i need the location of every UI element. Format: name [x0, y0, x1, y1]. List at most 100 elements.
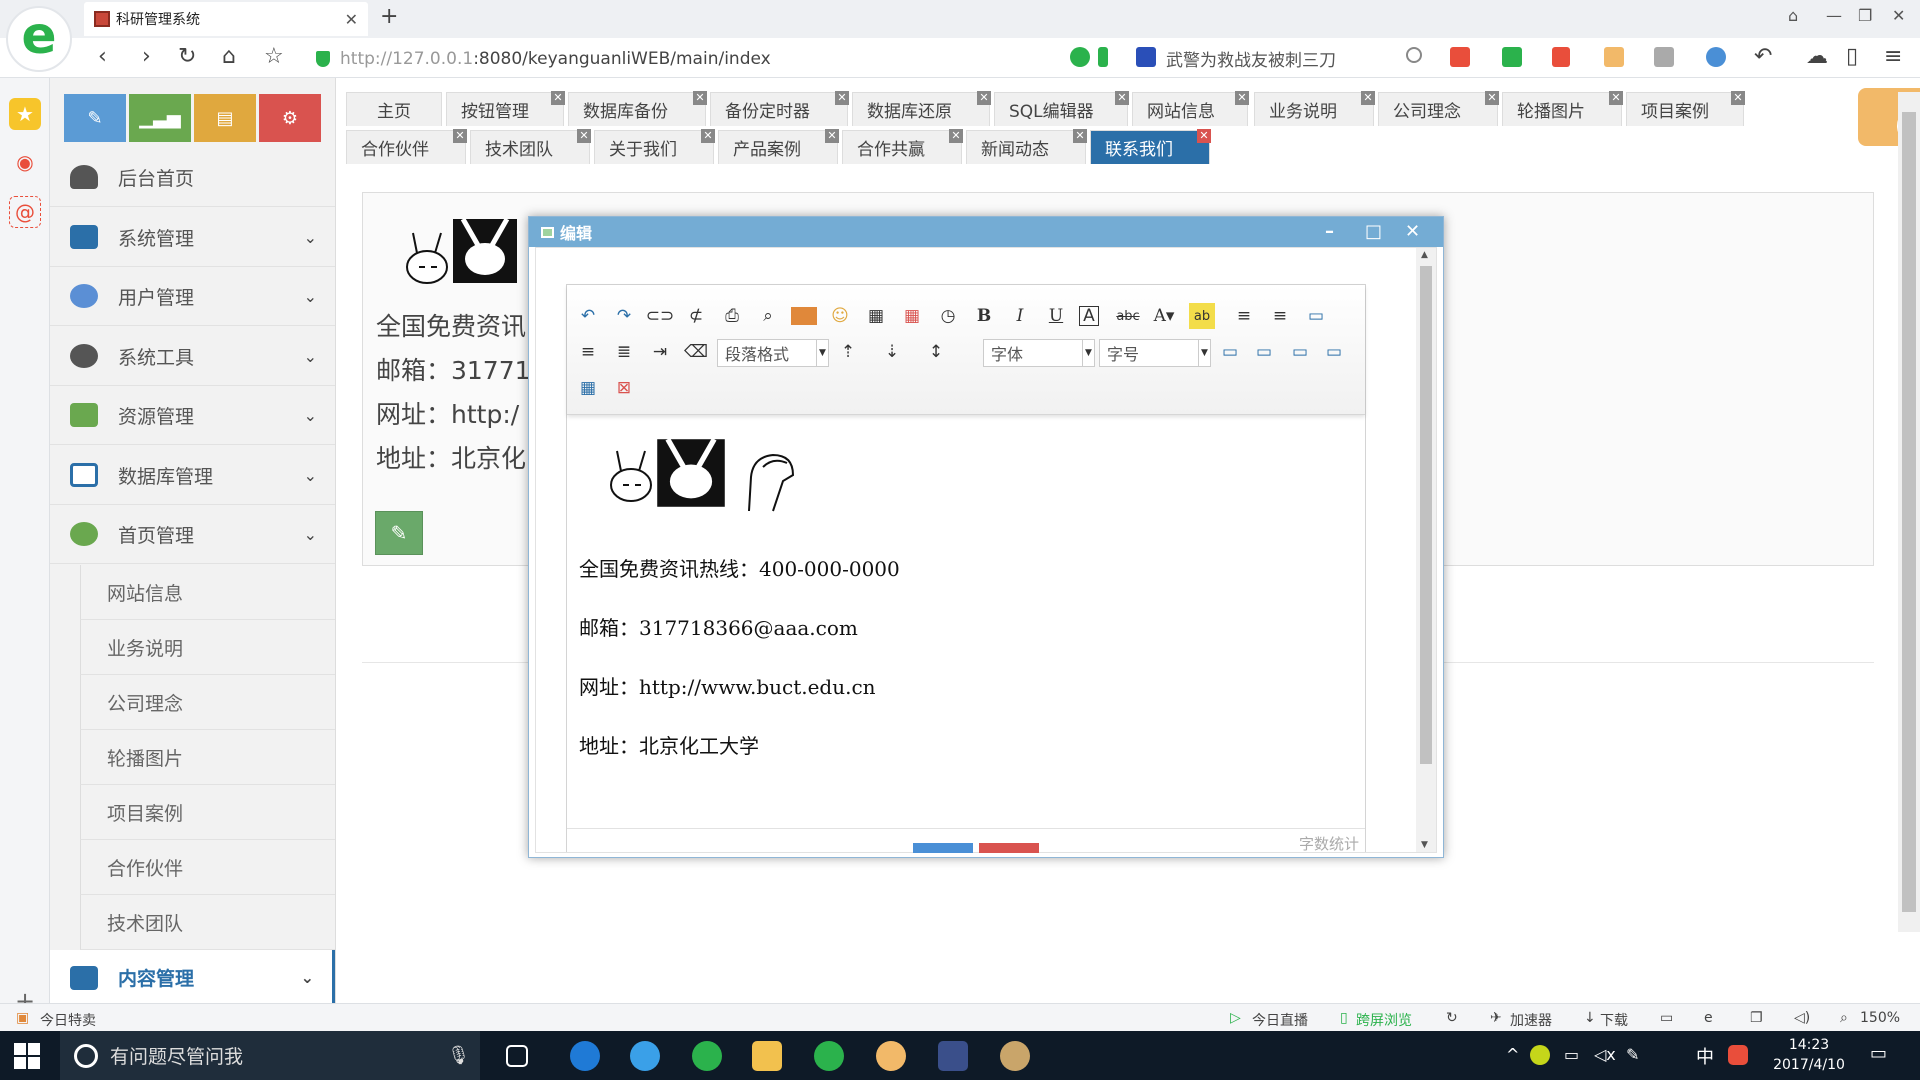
battery-icon[interactable]: ▭ — [1564, 1045, 1579, 1064]
extension-icon[interactable] — [1604, 47, 1624, 67]
file-explorer-icon[interactable] — [752, 1041, 782, 1071]
skin-icon[interactable]: ⌂ — [1788, 6, 1798, 25]
refresh-icon[interactable]: ↻ — [1446, 1010, 1458, 1026]
book-icon[interactable]: ▤ — [194, 94, 256, 142]
tab-close-icon[interactable]: ✕ — [977, 91, 991, 105]
tab-about[interactable]: 关于我们 ✕ — [594, 129, 715, 164]
tab-team[interactable]: 技术团队 ✕ — [470, 129, 591, 164]
layout-icon[interactable]: ▭ — [1660, 1010, 1673, 1026]
redo-icon[interactable]: ↷ — [611, 303, 637, 329]
favorites-star-icon[interactable]: ★ — [9, 98, 41, 130]
clear-format-icon[interactable]: ⌫ — [683, 339, 709, 365]
tab-contact[interactable]: 联系我们 ✕ — [1090, 129, 1211, 164]
wechat-icon[interactable] — [814, 1041, 844, 1071]
live-link[interactable]: 今日直播 — [1252, 1010, 1308, 1030]
paint-icon[interactable] — [1000, 1041, 1030, 1071]
windows-start-icon[interactable] — [14, 1043, 40, 1069]
tab-home[interactable]: 主页 — [346, 92, 442, 126]
ime-indicator[interactable]: 中 — [1696, 1043, 1714, 1069]
undo-icon[interactable]: ↶ — [575, 303, 601, 329]
sub-item-projects[interactable]: 项目案例 — [80, 785, 335, 840]
app-icon[interactable] — [876, 1041, 906, 1071]
row-spacing-top-icon[interactable]: ⇡ — [835, 339, 861, 365]
window-close-icon[interactable]: ✕ — [1892, 6, 1905, 25]
tab-close-icon[interactable]: ✕ — [825, 129, 839, 143]
save-button[interactable] — [913, 843, 973, 853]
sidebar-item-dashboard[interactable]: 后台首页 — [50, 148, 335, 207]
tab-site-info[interactable]: 网站信息 ✕ — [1132, 91, 1249, 126]
tab-close-icon[interactable]: ✕ — [1197, 129, 1211, 143]
new-tab-plus-icon[interactable]: + — [380, 4, 398, 29]
indent-icon[interactable]: ⇥ — [647, 339, 673, 365]
news-ticker[interactable]: 武警为救战友被刺三刀 — [1166, 46, 1336, 71]
fullscreen-icon[interactable]: ▭ — [1303, 303, 1329, 329]
image-icon[interactable] — [791, 307, 817, 325]
cancel-button[interactable] — [979, 843, 1039, 853]
lightning-icon[interactable] — [1098, 47, 1108, 67]
minimize-icon[interactable]: — — [1826, 6, 1842, 25]
page-scrollbar[interactable] — [1898, 92, 1920, 932]
tab-product-cases[interactable]: 产品案例 ✕ — [718, 129, 839, 164]
phone-icon[interactable]: ▯ — [1846, 44, 1858, 69]
sidebar-item-system[interactable]: 系统管理 ⌄ — [50, 208, 335, 267]
search-icon[interactable] — [1406, 47, 1422, 63]
underline-icon[interactable]: U — [1043, 303, 1069, 329]
tab-close-icon[interactable]: ✕ — [701, 129, 715, 143]
task-view-icon[interactable] — [506, 1045, 528, 1067]
sub-item-partners[interactable]: 合作伙伴 — [80, 840, 335, 895]
cortana-search-box[interactable]: 有问题尽管问我 🎙 — [60, 1031, 480, 1080]
tab-close-icon[interactable]: ✕ — [949, 129, 963, 143]
preview-icon[interactable]: ⌕ — [755, 303, 781, 329]
dialog-scrollbar[interactable]: ▲ ▼ — [1416, 248, 1436, 852]
ad-block-icon[interactable] — [1552, 47, 1570, 67]
zoom-level[interactable]: 150% — [1860, 1010, 1900, 1026]
sub-item-team[interactable]: 技术团队 — [80, 895, 335, 950]
scrollbar-thumb[interactable] — [1420, 266, 1432, 764]
link-icon[interactable]: ⊂⊃ — [646, 303, 675, 329]
tab-close-icon[interactable]: ✕ — [1073, 129, 1087, 143]
tab-news[interactable]: 新闻动态 ✕ — [966, 129, 1087, 164]
print-icon[interactable]: ⎙ — [719, 303, 745, 329]
accelerator-link[interactable]: 加速器 — [1510, 1010, 1552, 1030]
image-none-icon[interactable]: ▭ — [1217, 339, 1243, 365]
sub-item-carousel[interactable]: 轮播图片 — [80, 730, 335, 785]
back-icon[interactable]: ‹ — [98, 44, 107, 69]
align-justify-icon[interactable]: ≣ — [611, 339, 637, 365]
tab-close-icon[interactable]: ✕ — [1731, 91, 1745, 105]
tab-business[interactable]: 业务说明 ✕ — [1254, 91, 1375, 126]
weibo-icon[interactable]: ◉ — [9, 146, 41, 178]
tab-close-icon[interactable]: ✕ — [1235, 91, 1249, 105]
italic-icon[interactable]: I — [1007, 303, 1033, 329]
line-height-icon[interactable]: ↕ — [923, 339, 949, 365]
tray-app-icon[interactable] — [1530, 1045, 1550, 1065]
sidebar-item-database[interactable]: 数据库管理 ⌄ — [50, 446, 335, 505]
tab-backup-timer[interactable]: 备份定时器 ✕ — [710, 91, 849, 126]
tab-projects[interactable]: 项目案例 ✕ — [1626, 91, 1745, 126]
tab-db-restore[interactable]: 数据库还原 ✕ — [852, 91, 991, 126]
restore-icon[interactable]: ❐ — [1858, 6, 1872, 25]
app-icon[interactable] — [938, 1041, 968, 1071]
sidebar-item-tools[interactable]: 系统工具 ⌄ — [50, 327, 335, 386]
tab-sql-editor[interactable]: SQL编辑器 ✕ — [994, 91, 1129, 126]
tab-close-icon[interactable]: ✕ — [1115, 91, 1129, 105]
scroll-down-icon[interactable]: ▼ — [1421, 840, 1428, 850]
speed-icon[interactable] — [1070, 47, 1090, 67]
bold-icon[interactable]: B — [971, 303, 997, 329]
tab-philosophy[interactable]: 公司理念 ✕ — [1378, 91, 1499, 126]
tab-close-icon[interactable]: ✕ — [453, 129, 467, 143]
daily-deals-link[interactable]: 今日特卖 — [40, 1010, 96, 1030]
sub-item-site-info[interactable]: 网站信息 — [80, 565, 335, 620]
app-icon[interactable] — [630, 1041, 660, 1071]
maximize-icon[interactable]: □ — [1365, 221, 1382, 242]
sidebar-item-resources[interactable]: 资源管理 ⌄ — [50, 386, 335, 445]
tab-close-icon[interactable]: ✕ — [1485, 91, 1499, 105]
tab-close-icon[interactable]: ✕ — [835, 91, 849, 105]
paragraph-format-select[interactable]: 段落格式 ▼ — [717, 339, 829, 367]
tab-buttons[interactable]: 按钮管理 ✕ — [446, 91, 565, 126]
sidebar-item-homepage[interactable]: 首页管理 ⌄ — [50, 505, 335, 564]
mail-icon[interactable]: @ — [9, 196, 41, 228]
image-center-icon[interactable]: ▭ — [1321, 339, 1347, 365]
font-family-select[interactable]: 字体 ▼ — [983, 339, 1095, 367]
cloud-icon[interactable]: ☁ — [1806, 44, 1828, 69]
tab-close-icon[interactable]: ✕ — [1361, 91, 1375, 105]
